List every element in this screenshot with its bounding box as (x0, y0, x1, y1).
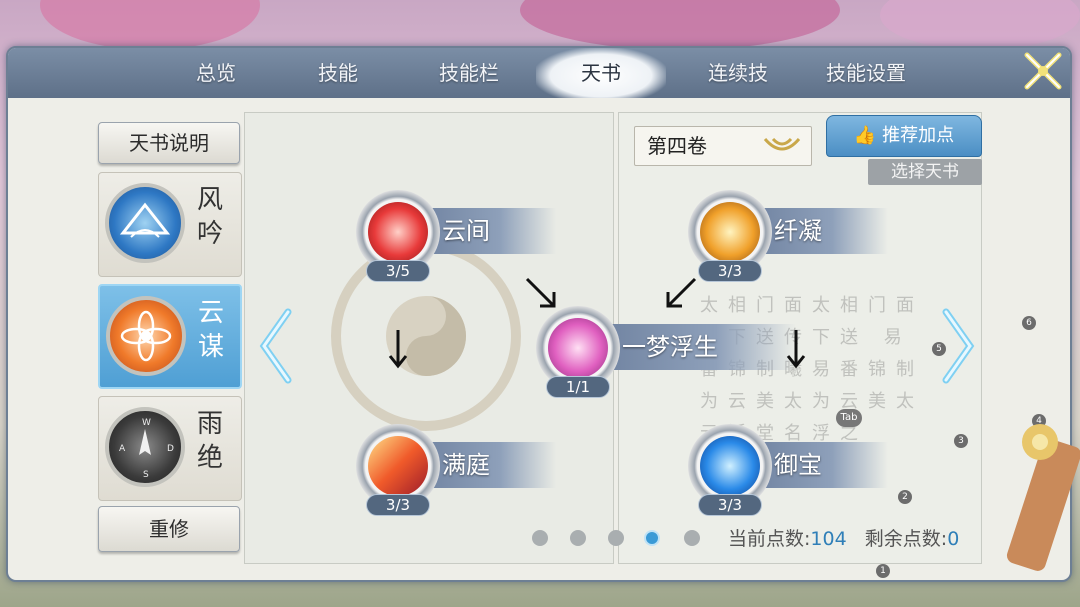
skill-level: 3/3 (698, 494, 762, 516)
page-dot[interactable] (570, 530, 586, 546)
golden-flame-icon (700, 202, 760, 262)
thumbs-up-icon: 👍 (853, 125, 877, 146)
background-blossom (40, 0, 260, 50)
tab-skill-settings[interactable]: 技能设置 (796, 48, 936, 98)
current-points-label: 当前点数: (728, 528, 811, 550)
book-name: 风吟 (196, 185, 223, 249)
book-name: 云谋 (197, 298, 224, 362)
tab-combo[interactable]: 连续技 (678, 48, 798, 98)
close-icon (1024, 52, 1062, 90)
reset-button[interactable]: 重修 (98, 506, 240, 552)
chevron-down-icon (763, 137, 801, 151)
overlay-badge: 6 (1022, 316, 1036, 330)
lotus-icon (106, 296, 186, 376)
overlay-badge: 2 (898, 490, 912, 504)
book-card-fengyin[interactable]: 风吟 (98, 172, 242, 277)
tab-bar: 总览 技能 技能栏 天书 连续技 技能设置 (8, 48, 1070, 98)
skill-level: 3/3 (366, 494, 430, 516)
tab-tianshu[interactable]: 天书 (536, 48, 666, 98)
svg-text:D: D (167, 444, 174, 454)
remaining-points-value: 0 (947, 528, 960, 550)
book-card-yujue[interactable]: W A D S 雨绝 (98, 396, 242, 501)
volume-select[interactable]: 第四卷 (634, 126, 812, 166)
tab-overview[interactable]: 总览 (166, 48, 266, 98)
pink-lotus-icon (548, 318, 608, 378)
page-dot[interactable] (684, 530, 700, 546)
skill-level: 3/3 (698, 260, 762, 282)
svg-text:A: A (119, 444, 126, 454)
blue-crystal-icon (700, 436, 760, 496)
arrow-down-icon (786, 330, 806, 369)
flame-blade-icon (368, 436, 428, 496)
tab-skills[interactable]: 技能 (288, 48, 388, 98)
background-blossom (520, 0, 840, 50)
compass-icon: W A D S (105, 407, 185, 487)
recommend-label: 推荐加点 (882, 125, 955, 146)
wind-fan-icon (105, 183, 185, 263)
tab-key-hint: Tab (836, 409, 862, 427)
overlay-badge: 3 (954, 434, 968, 448)
svg-text:W: W (142, 418, 151, 428)
overlay-badge: 5 (932, 342, 946, 356)
page-dot-active[interactable] (644, 530, 660, 546)
volume-select-value: 第四卷 (647, 134, 707, 158)
remaining-points-label: 剩余点数: (864, 528, 948, 550)
arrow-diagonal-icon (666, 277, 697, 308)
current-points-value: 104 (810, 528, 847, 550)
select-tianshu-button[interactable]: 选择天书 (868, 159, 982, 185)
tianshu-info-button[interactable]: 天书说明 (98, 122, 240, 164)
recommend-points-button[interactable]: 👍 推荐加点 (826, 115, 982, 157)
page-dot[interactable] (532, 530, 548, 546)
chevron-left-icon[interactable] (256, 306, 296, 386)
tab-skill-bar[interactable]: 技能栏 (414, 48, 524, 98)
points-display: 当前点数:104 剩余点数:0 (728, 524, 959, 551)
svg-text:S: S (143, 470, 149, 480)
close-button[interactable] (1020, 48, 1066, 94)
book-card-yunmou[interactable]: 云谋 (98, 284, 242, 389)
arrow-down-icon (388, 330, 408, 369)
arrow-diagonal-icon (525, 277, 556, 308)
background-blossom (880, 0, 1080, 50)
skill-level: 3/5 (366, 260, 430, 282)
book-name: 雨绝 (196, 409, 223, 473)
red-flower-icon (368, 202, 428, 262)
skill-level: 1/1 (546, 376, 610, 398)
overlay-badge: 1 (876, 564, 890, 578)
page-dot[interactable] (608, 530, 624, 546)
skill-name: 一梦浮生 (596, 324, 796, 370)
scroll-decoration-icon (1006, 424, 1080, 571)
